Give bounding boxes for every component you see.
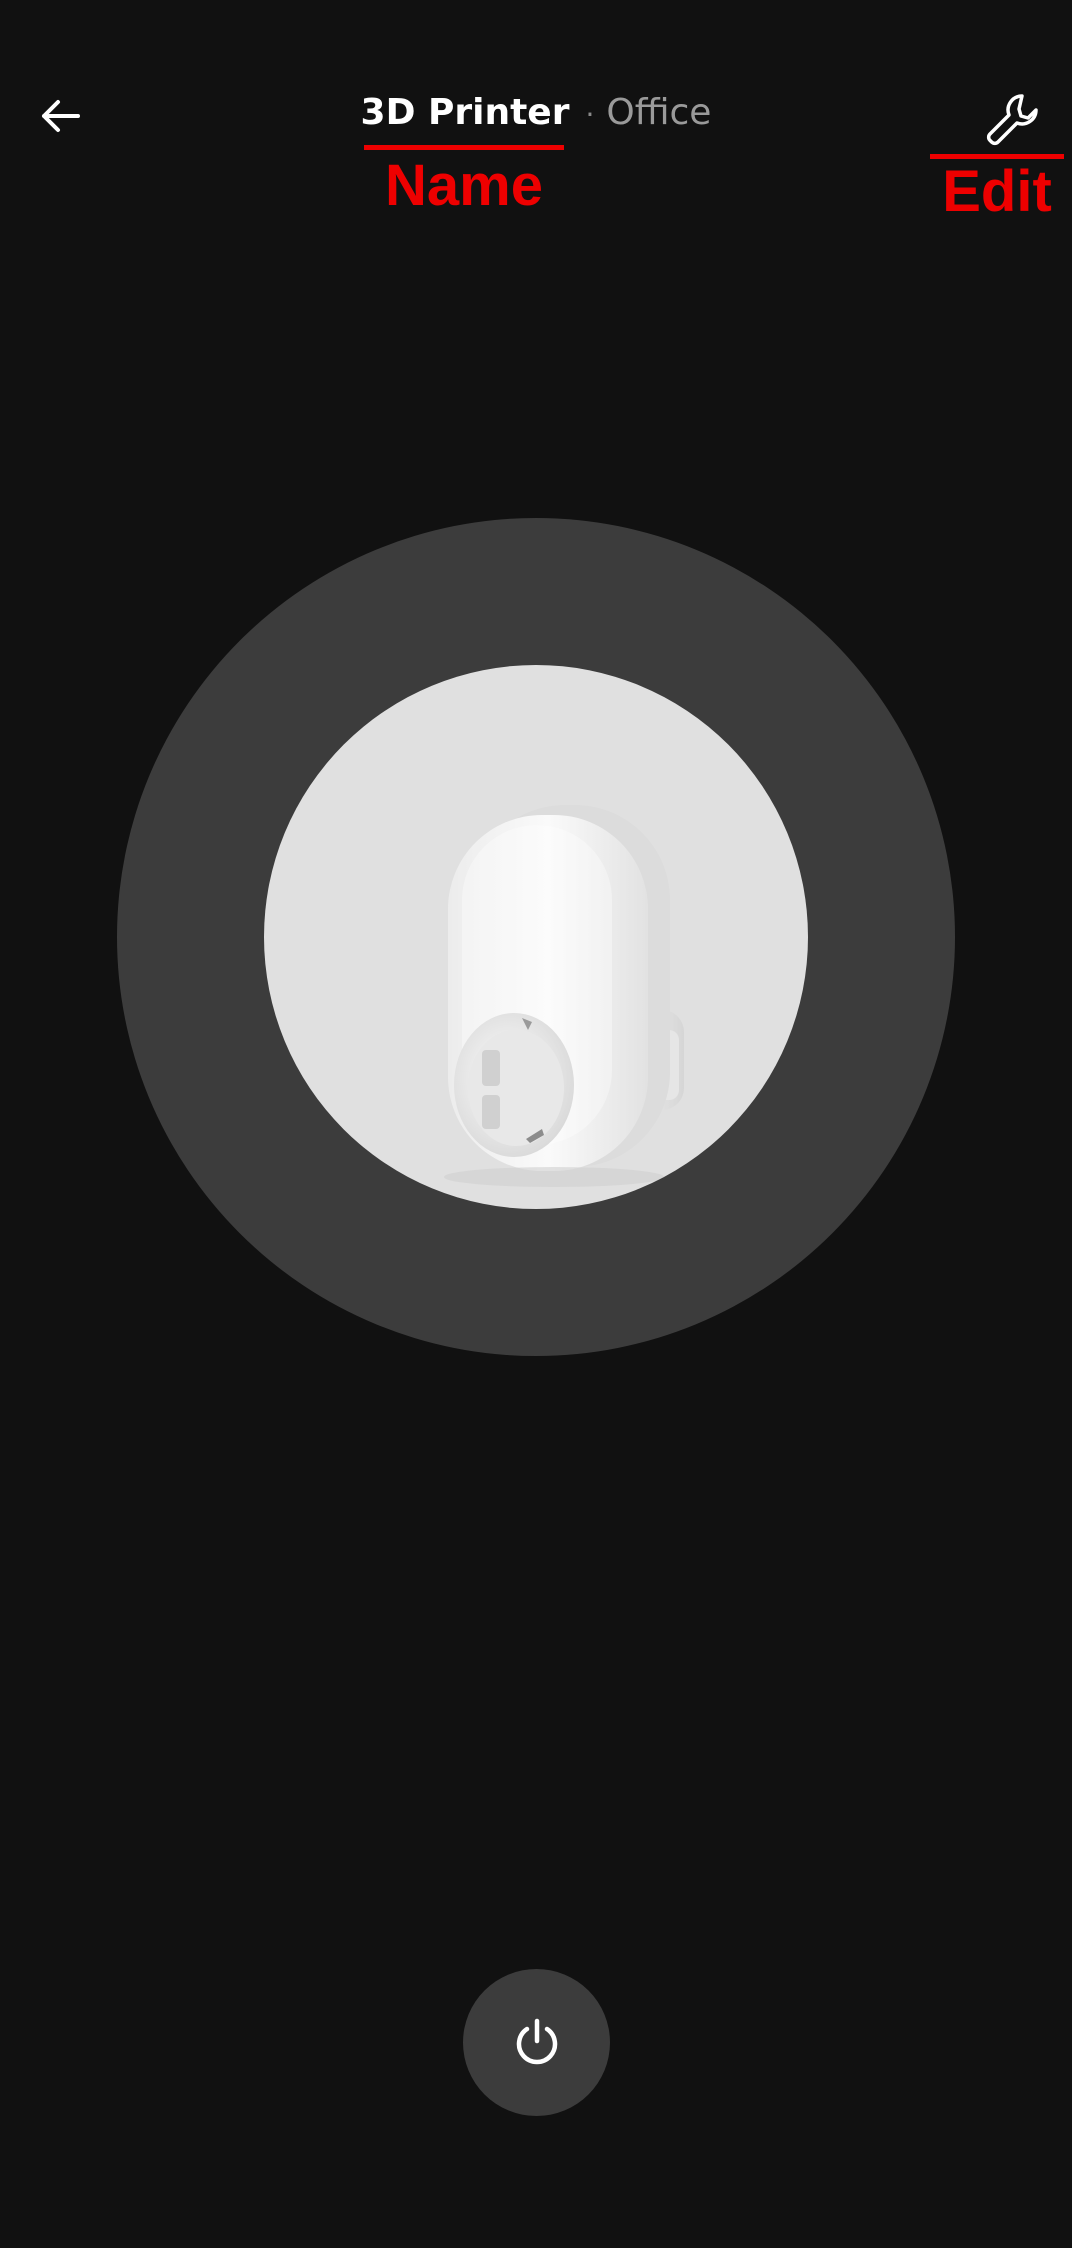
edit-annotation-label: Edit xyxy=(942,159,1052,224)
title-separator: · xyxy=(585,98,595,131)
room-name: Office xyxy=(606,92,712,133)
header-title: 3D Printer · Office xyxy=(0,92,1072,133)
wrench-icon xyxy=(986,94,1038,146)
name-annotation-label: Name xyxy=(385,153,543,218)
edit-button[interactable] xyxy=(976,84,1048,156)
name-annotation-underline xyxy=(364,145,564,150)
smart-plug-image xyxy=(444,805,684,1187)
power-button[interactable] xyxy=(463,1969,610,2116)
device-name[interactable]: 3D Printer xyxy=(361,92,570,133)
device-detail-screen: 3D Printer · Office Name Edit xyxy=(0,0,1072,2248)
power-icon xyxy=(516,2018,557,2064)
device-image-circle[interactable] xyxy=(264,665,808,1209)
